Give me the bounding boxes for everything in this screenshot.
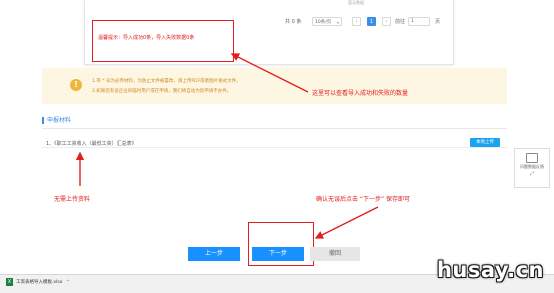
annotation-confirm-next: 确认无误后点击 “下一步” 保存即可 [316,196,411,203]
feedback-icon [526,153,538,163]
prev-step-button[interactable]: 上一步 [188,247,240,261]
chevron-up-icon: ^ [66,280,71,285]
local-upload-button[interactable]: 本地上传 [470,138,500,147]
download-item[interactable]: X 工资表格导入模板.xlsx ^ [6,277,70,289]
next-step-button[interactable]: 下一步 [252,247,304,261]
feedback-label: 问题数据反馈 [520,164,544,169]
annotation-view-counts: 这里可以查看导入成功和失败的数量 [312,90,409,97]
section-title: 申报材料 [42,117,71,124]
site-watermark: husay.cn [436,258,544,282]
feedback-widget[interactable]: 问题数据反馈 ⤢ [514,148,550,188]
annotation-no-upload: 无需上传资料 [54,196,91,203]
arrow-to-import-hint [230,53,309,93]
upload-item-label: 1、《职工工资收入（最低工资）汇总表》 [46,141,137,147]
expand-icon: ⤢ [529,171,534,177]
excel-file-icon: X [6,277,13,286]
withdraw-button[interactable]: 撤回 [310,247,360,261]
arrow-to-next-button [314,206,379,239]
section-divider [42,128,507,129]
download-file-name: 工资表格导入模板.xlsx [16,280,63,285]
